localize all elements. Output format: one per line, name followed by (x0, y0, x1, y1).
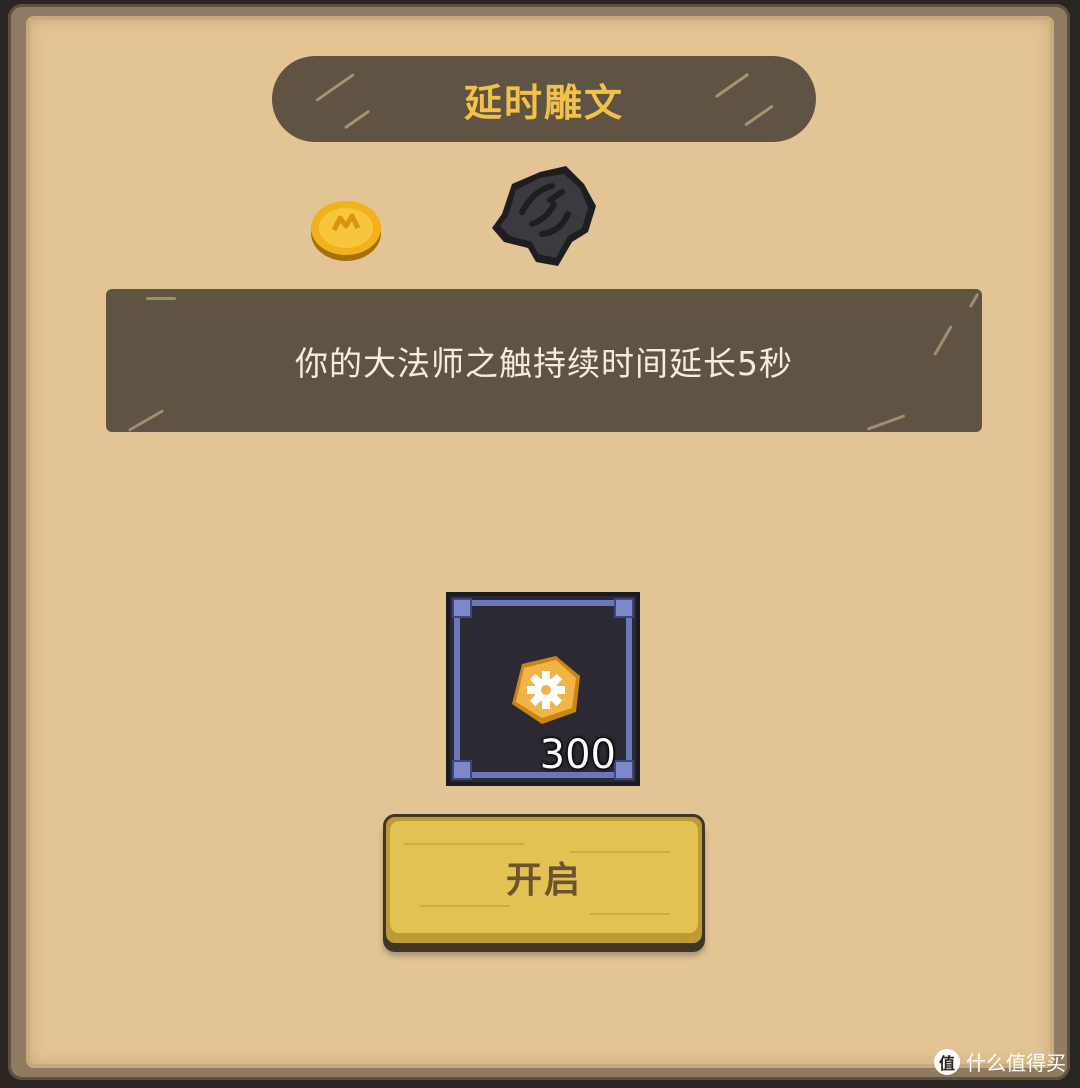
watermark: 值 什么值得买 (934, 1047, 1066, 1076)
dark-rune-stone-icon (488, 162, 600, 270)
description-box: 你的大法师之触持续时间延长5秒 (106, 289, 982, 432)
cost-slot: 300 (446, 592, 640, 786)
dialog-title: 延时雕文 (463, 80, 624, 125)
watermark-logo: 值 (934, 1048, 960, 1075)
watermark-text: 什么值得买 (966, 1051, 1066, 1075)
glyph-description: 你的大法师之触持续时间延长5秒 (295, 343, 793, 383)
title-banner: 延时雕文 (272, 56, 816, 142)
gold-coin-icon (310, 198, 382, 262)
open-button-label: 开启 (505, 860, 582, 901)
gear-stone-icon (508, 654, 584, 726)
open-button[interactable]: 开启 (383, 814, 705, 946)
cost-amount: 300 (539, 732, 616, 778)
